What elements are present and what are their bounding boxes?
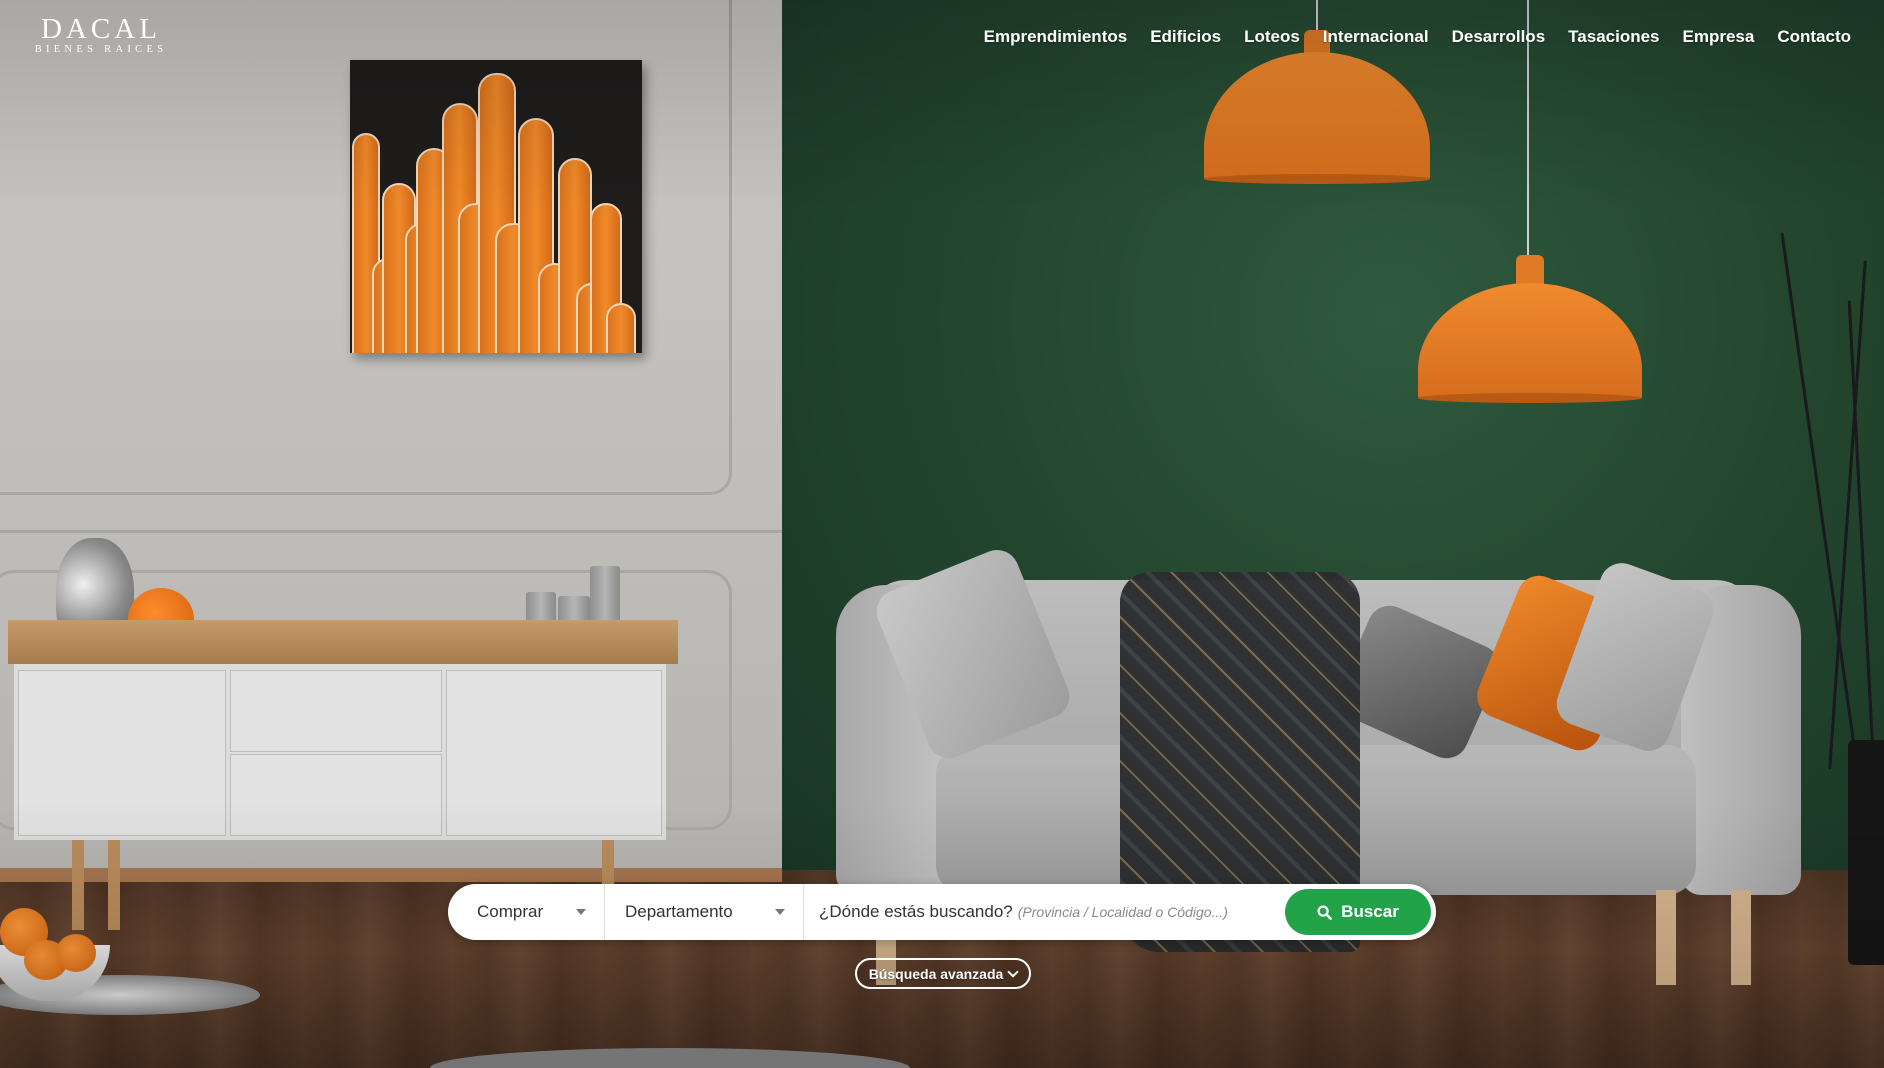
property-type-select-value: Departamento: [625, 902, 733, 921]
nav-item-internacional[interactable]: Internacional: [1311, 26, 1440, 48]
main-nav: Emprendimientos Edificios Loteos Interna…: [972, 26, 1851, 48]
search-button[interactable]: Buscar: [1285, 889, 1431, 935]
nav-item-edificios[interactable]: Edificios: [1139, 26, 1233, 48]
search-icon: [1317, 904, 1332, 920]
operation-select-value: Comprar: [477, 902, 544, 921]
brand-logo[interactable]: DACAL BIENES RAICES: [25, 14, 177, 56]
nav-item-loteos[interactable]: Loteos: [1233, 26, 1312, 48]
nav-item-contacto[interactable]: Contacto: [1766, 26, 1851, 48]
nav-item-emprendimientos[interactable]: Emprendimientos: [972, 26, 1139, 48]
nav-item-tasaciones[interactable]: Tasaciones: [1557, 26, 1671, 48]
caret-down-icon: [775, 909, 785, 915]
property-type-select[interactable]: Departamento: [605, 884, 804, 940]
nav-item-desarrollos[interactable]: Desarrollos: [1440, 26, 1557, 48]
location-input-label: ¿Dónde estás buscando?: [819, 902, 1013, 921]
location-input-hint: (Provincia / Localidad o Código...): [1017, 904, 1228, 920]
operation-select[interactable]: Comprar: [448, 884, 605, 940]
location-input[interactable]: ¿Dónde estás buscando? (Provincia / Loca…: [804, 884, 1285, 940]
advanced-search-label: Búsqueda avanzada: [868, 965, 1004, 982]
brand-name: DACAL: [41, 13, 161, 45]
chevron-down-icon: [1007, 965, 1019, 978]
brand-tagline: BIENES RAICES: [34, 44, 168, 55]
search-button-label: Buscar: [1341, 902, 1399, 921]
property-search-bar: Comprar Departamento ¿Dónde estás buscan…: [448, 884, 1436, 940]
nav-item-empresa[interactable]: Empresa: [1671, 26, 1766, 48]
advanced-search-button[interactable]: Búsqueda avanzada: [855, 958, 1031, 989]
caret-down-icon: [576, 909, 586, 915]
